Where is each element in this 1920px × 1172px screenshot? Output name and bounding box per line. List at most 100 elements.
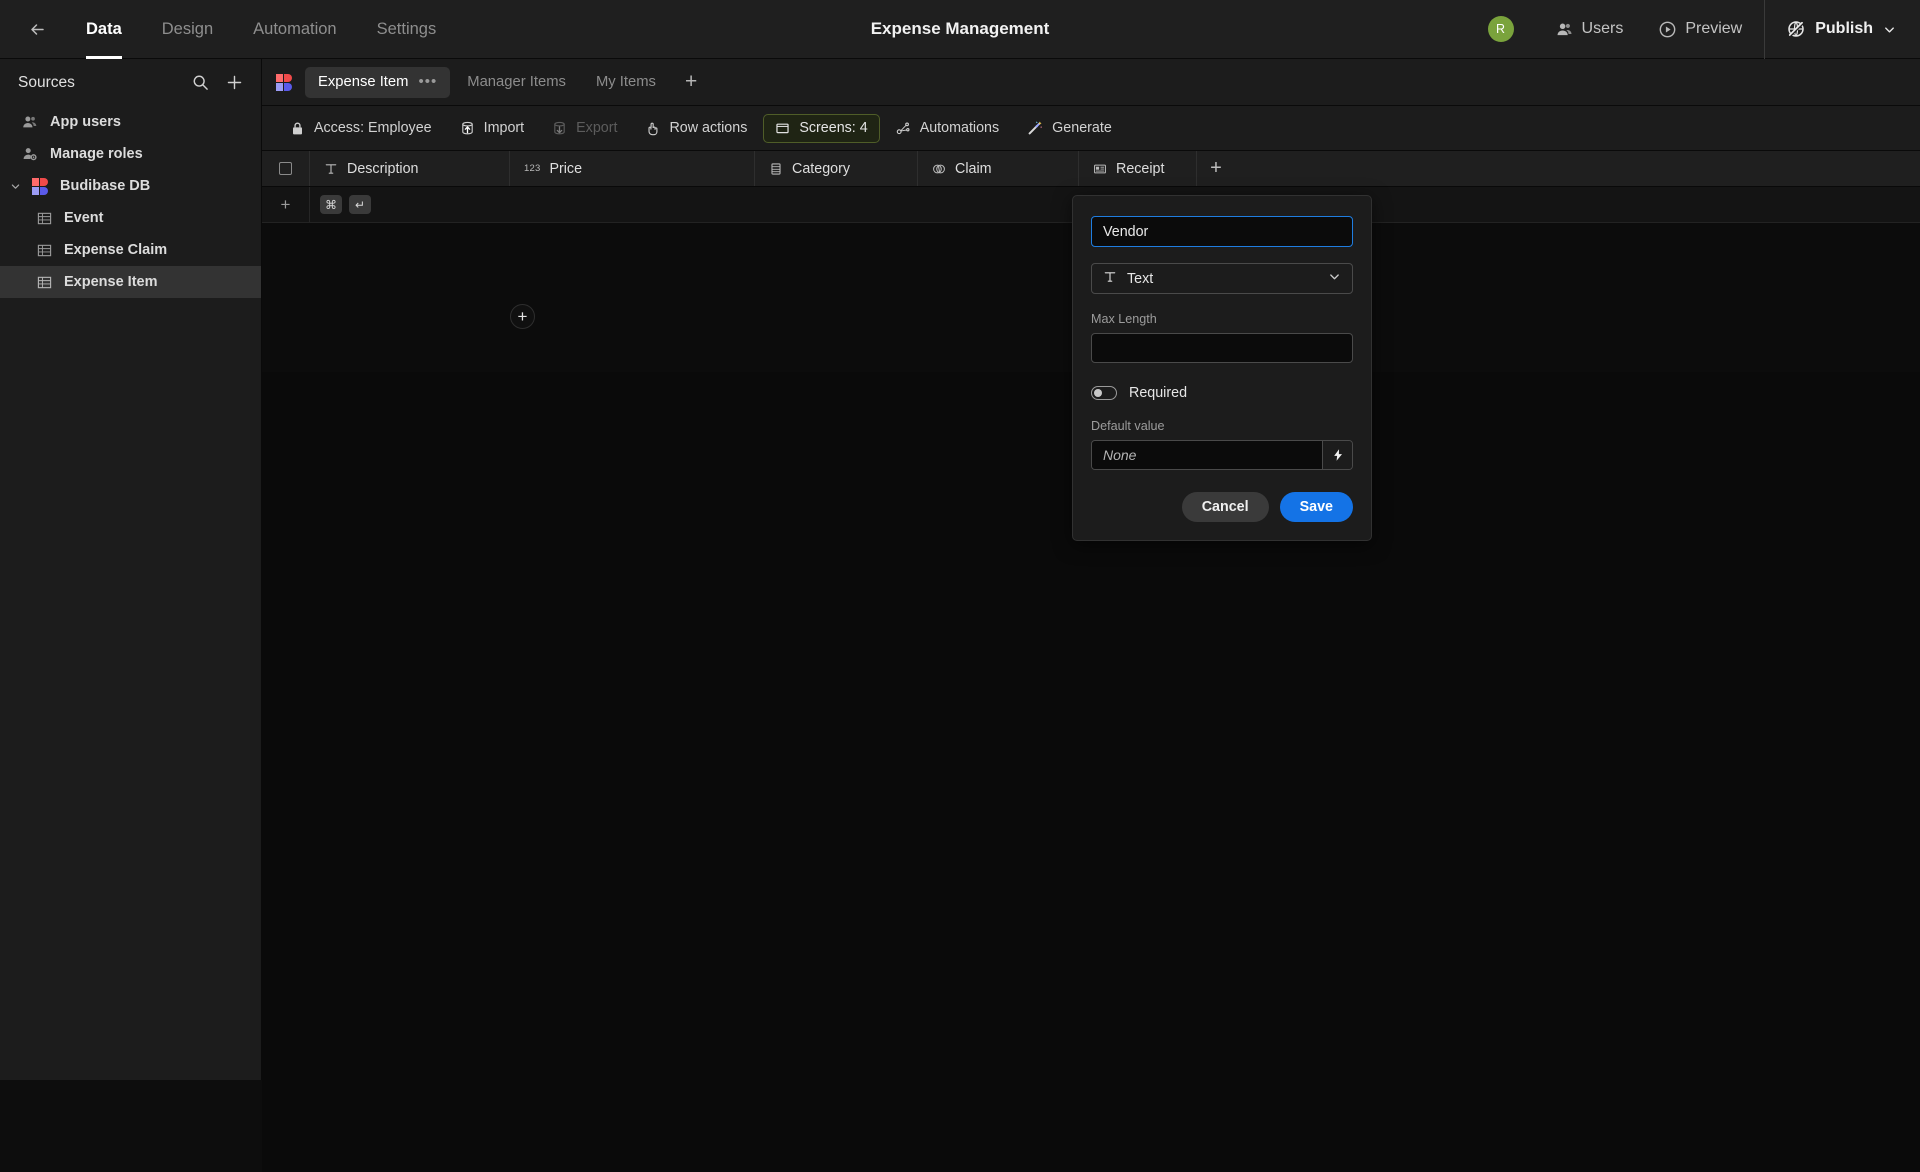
kbd-command: ⌘ xyxy=(320,195,342,214)
publish-button[interactable]: Publish xyxy=(1769,0,1896,59)
main-content: Expense Item ••• Manager Items My Items … xyxy=(262,59,1920,1172)
table-icon xyxy=(34,272,54,292)
user-gear-icon xyxy=(20,144,40,164)
sidebar-item-budibase-db[interactable]: Budibase DB xyxy=(0,170,261,202)
save-button[interactable]: Save xyxy=(1279,492,1353,522)
default-value-row xyxy=(1091,440,1353,470)
field-type-select[interactable]: Text xyxy=(1091,263,1353,294)
users-label: Users xyxy=(1581,20,1624,37)
lock-icon xyxy=(293,122,302,134)
row-shortcuts: ⌘ ↵ xyxy=(310,187,371,222)
preview-button[interactable]: Preview xyxy=(1641,0,1760,59)
column-label: Claim xyxy=(955,160,992,177)
sidebar-item-label: Expense Item xyxy=(64,274,158,290)
import-icon xyxy=(461,121,473,134)
import-button[interactable]: Import xyxy=(448,114,537,143)
budibase-logo-icon xyxy=(30,176,50,196)
sidebar: Sources App users Manage roles Budibase … xyxy=(0,59,262,1080)
text-icon xyxy=(324,162,338,176)
users-button[interactable]: Users xyxy=(1538,0,1642,59)
row-actions-button[interactable]: Row actions xyxy=(633,114,759,143)
select-all-checkbox[interactable] xyxy=(279,162,292,175)
field-name-input[interactable] xyxy=(1091,216,1353,247)
kbd-enter: ↵ xyxy=(349,195,371,214)
back-button[interactable] xyxy=(22,14,52,44)
app-header: Data Design Automation Settings Expense … xyxy=(0,0,1920,59)
required-row: Required xyxy=(1091,385,1353,401)
tab-expense-item[interactable]: Expense Item ••• xyxy=(305,66,451,98)
divider xyxy=(1764,0,1766,59)
screens-button[interactable]: Screens: 4 xyxy=(763,113,880,143)
hand-pointer-icon xyxy=(648,122,658,135)
header-actions: R Users Preview Publish xyxy=(1487,0,1920,59)
magic-wand-icon xyxy=(1028,121,1043,135)
chevron-down-icon xyxy=(1885,26,1894,33)
column-header-category[interactable]: Category xyxy=(755,151,918,186)
column-editor-popup: Text Max Length Required Default value C… xyxy=(1072,195,1372,541)
column-header-receipt[interactable]: Receipt xyxy=(1079,151,1197,186)
avatar-initial: R xyxy=(1496,22,1506,36)
play-circle-icon xyxy=(1659,21,1676,37)
relationship-icon xyxy=(932,162,946,176)
tool-label: Row actions xyxy=(669,120,748,136)
sidebar-item-app-users[interactable]: App users xyxy=(0,106,261,138)
add-row-button[interactable]: + xyxy=(262,187,310,222)
top-nav-item-automation[interactable]: Automation xyxy=(233,0,356,59)
max-length-input[interactable] xyxy=(1091,333,1353,363)
avatar[interactable]: R xyxy=(1487,16,1514,42)
binding-button[interactable] xyxy=(1322,441,1352,469)
required-toggle[interactable] xyxy=(1091,386,1117,400)
search-icon[interactable] xyxy=(192,74,209,91)
floating-add-column-button[interactable]: + xyxy=(510,304,535,329)
column-header-claim[interactable]: Claim xyxy=(918,151,1079,186)
column-label: Description xyxy=(347,160,419,177)
export-button: Export xyxy=(540,114,629,143)
tab-manager-items[interactable]: Manager Items xyxy=(454,67,579,98)
top-nav-item-data[interactable]: Data xyxy=(66,0,142,59)
users-icon xyxy=(1557,23,1572,35)
sidebar-item-expense-claim[interactable]: Expense Claim xyxy=(0,234,261,266)
sidebar-item-event[interactable]: Event xyxy=(0,202,261,234)
arrow-left-icon xyxy=(30,23,44,35)
tool-label: Generate xyxy=(1052,120,1112,136)
top-nav-item-design[interactable]: Design xyxy=(142,0,233,59)
add-column-button[interactable]: + xyxy=(1197,151,1235,186)
sidebar-item-manage-roles[interactable]: Manage roles xyxy=(0,138,261,170)
popup-actions: Cancel Save xyxy=(1091,492,1353,522)
attachment-icon xyxy=(1093,162,1107,176)
column-label: Category xyxy=(792,160,851,177)
sources-header: Sources xyxy=(0,59,261,106)
text-icon xyxy=(1103,270,1117,288)
lightning-icon xyxy=(1333,449,1342,461)
sidebar-item-label: Event xyxy=(64,210,104,226)
top-nav-label: Automation xyxy=(253,19,337,38)
cancel-button[interactable]: Cancel xyxy=(1181,492,1269,522)
access-button[interactable]: Access: Employee xyxy=(278,114,444,143)
add-tab-button[interactable]: + xyxy=(673,71,709,92)
export-icon xyxy=(554,121,565,134)
column-header-price[interactable]: 123 Price xyxy=(510,151,755,186)
tab-bar: Expense Item ••• Manager Items My Items … xyxy=(262,59,1920,106)
tab-menu-icon[interactable]: ••• xyxy=(418,74,437,89)
sidebar-item-expense-item[interactable]: Expense Item xyxy=(0,266,261,298)
sources-title: Sources xyxy=(18,73,75,91)
chevron-down-icon[interactable] xyxy=(8,181,22,192)
tool-label: Access: Employee xyxy=(314,120,432,136)
table-icon xyxy=(34,208,54,228)
tool-label: Automations xyxy=(919,120,1000,136)
top-nav-item-settings[interactable]: Settings xyxy=(357,0,457,59)
table-icon xyxy=(34,240,54,260)
select-all-cell xyxy=(262,151,310,186)
tab-label: Expense Item xyxy=(318,74,409,90)
tab-my-items[interactable]: My Items xyxy=(583,67,669,98)
options-icon xyxy=(769,162,783,176)
preview-label: Preview xyxy=(1685,20,1743,37)
default-value-input[interactable] xyxy=(1092,441,1322,469)
column-header-description[interactable]: Description xyxy=(310,151,510,186)
automations-button[interactable]: Automations xyxy=(884,114,1011,143)
add-source-icon[interactable] xyxy=(226,74,243,91)
generate-button[interactable]: Generate xyxy=(1015,114,1124,143)
top-nav: Data Design Automation Settings xyxy=(66,0,456,59)
max-length-label: Max Length xyxy=(1091,312,1157,326)
top-nav-label: Settings xyxy=(376,19,437,38)
